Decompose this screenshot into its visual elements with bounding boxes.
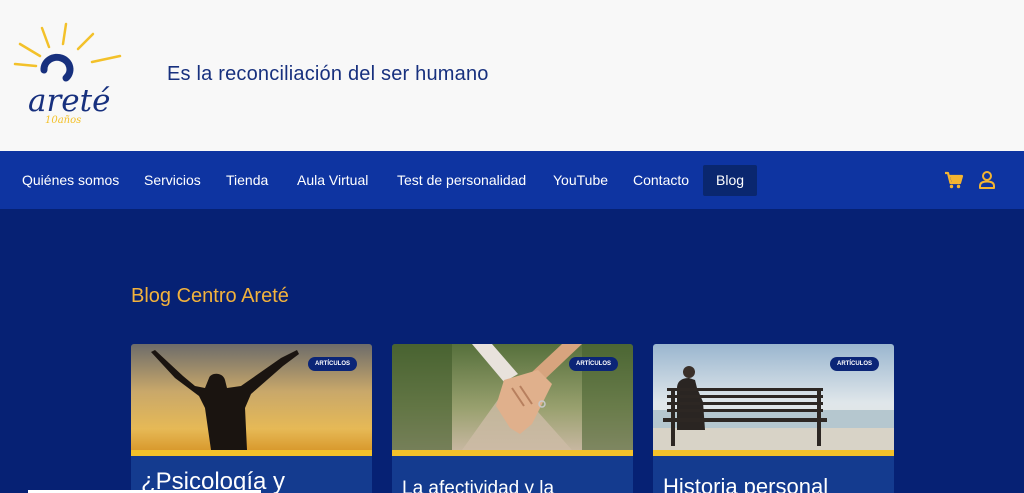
arete-logo[interactable]: areté 10años <box>10 22 130 132</box>
nav-item-aula-virtual[interactable]: Aula Virtual <box>297 165 368 196</box>
cart-icon[interactable] <box>944 170 964 190</box>
nav-item-quienes-somos[interactable]: Quiénes somos <box>22 165 119 196</box>
logo-subtext: 10años <box>45 115 81 126</box>
site-tagline: Es la reconciliación del ser humano <box>167 63 489 85</box>
card-title[interactable]: Historia personal <box>663 474 828 493</box>
sun-logo-icon: areté 10años <box>13 22 122 126</box>
site-header: areté 10años Es la reconciliación del se… <box>0 0 1024 151</box>
category-badge[interactable]: ARTÍCULOS <box>308 357 357 371</box>
blog-card[interactable]: ARTÍCULOS La afectividad y la <box>392 344 633 493</box>
nav-item-contacto[interactable]: Contacto <box>633 165 689 196</box>
nav-item-tienda[interactable]: Tienda <box>226 165 268 196</box>
nav-item-blog[interactable]: Blog <box>703 165 758 196</box>
card-title[interactable]: La afectividad y la <box>402 478 554 493</box>
blog-card[interactable]: ARTÍCULOS Historia personal <box>653 344 894 493</box>
blog-card[interactable]: ARTÍCULOS ¿Psicología y <box>131 344 372 493</box>
main-navigation: Quiénes somos Servicios Tienda Aula Virt… <box>0 151 1024 209</box>
nav-item-test-de-personalidad[interactable]: Test de personalidad <box>397 165 526 196</box>
nav-item-youtube[interactable]: YouTube <box>553 165 608 196</box>
category-badge[interactable]: ARTÍCULOS <box>569 357 618 371</box>
nav-item-servicios[interactable]: Servicios <box>144 165 201 196</box>
card-accent-band <box>131 450 372 456</box>
user-icon[interactable] <box>977 170 997 190</box>
card-accent-band <box>653 450 894 456</box>
category-badge[interactable]: ARTÍCULOS <box>830 357 879 371</box>
logo-wordmark: areté <box>28 83 110 119</box>
blog-section-title: Blog Centro Areté <box>131 285 289 307</box>
card-accent-band <box>392 450 633 456</box>
